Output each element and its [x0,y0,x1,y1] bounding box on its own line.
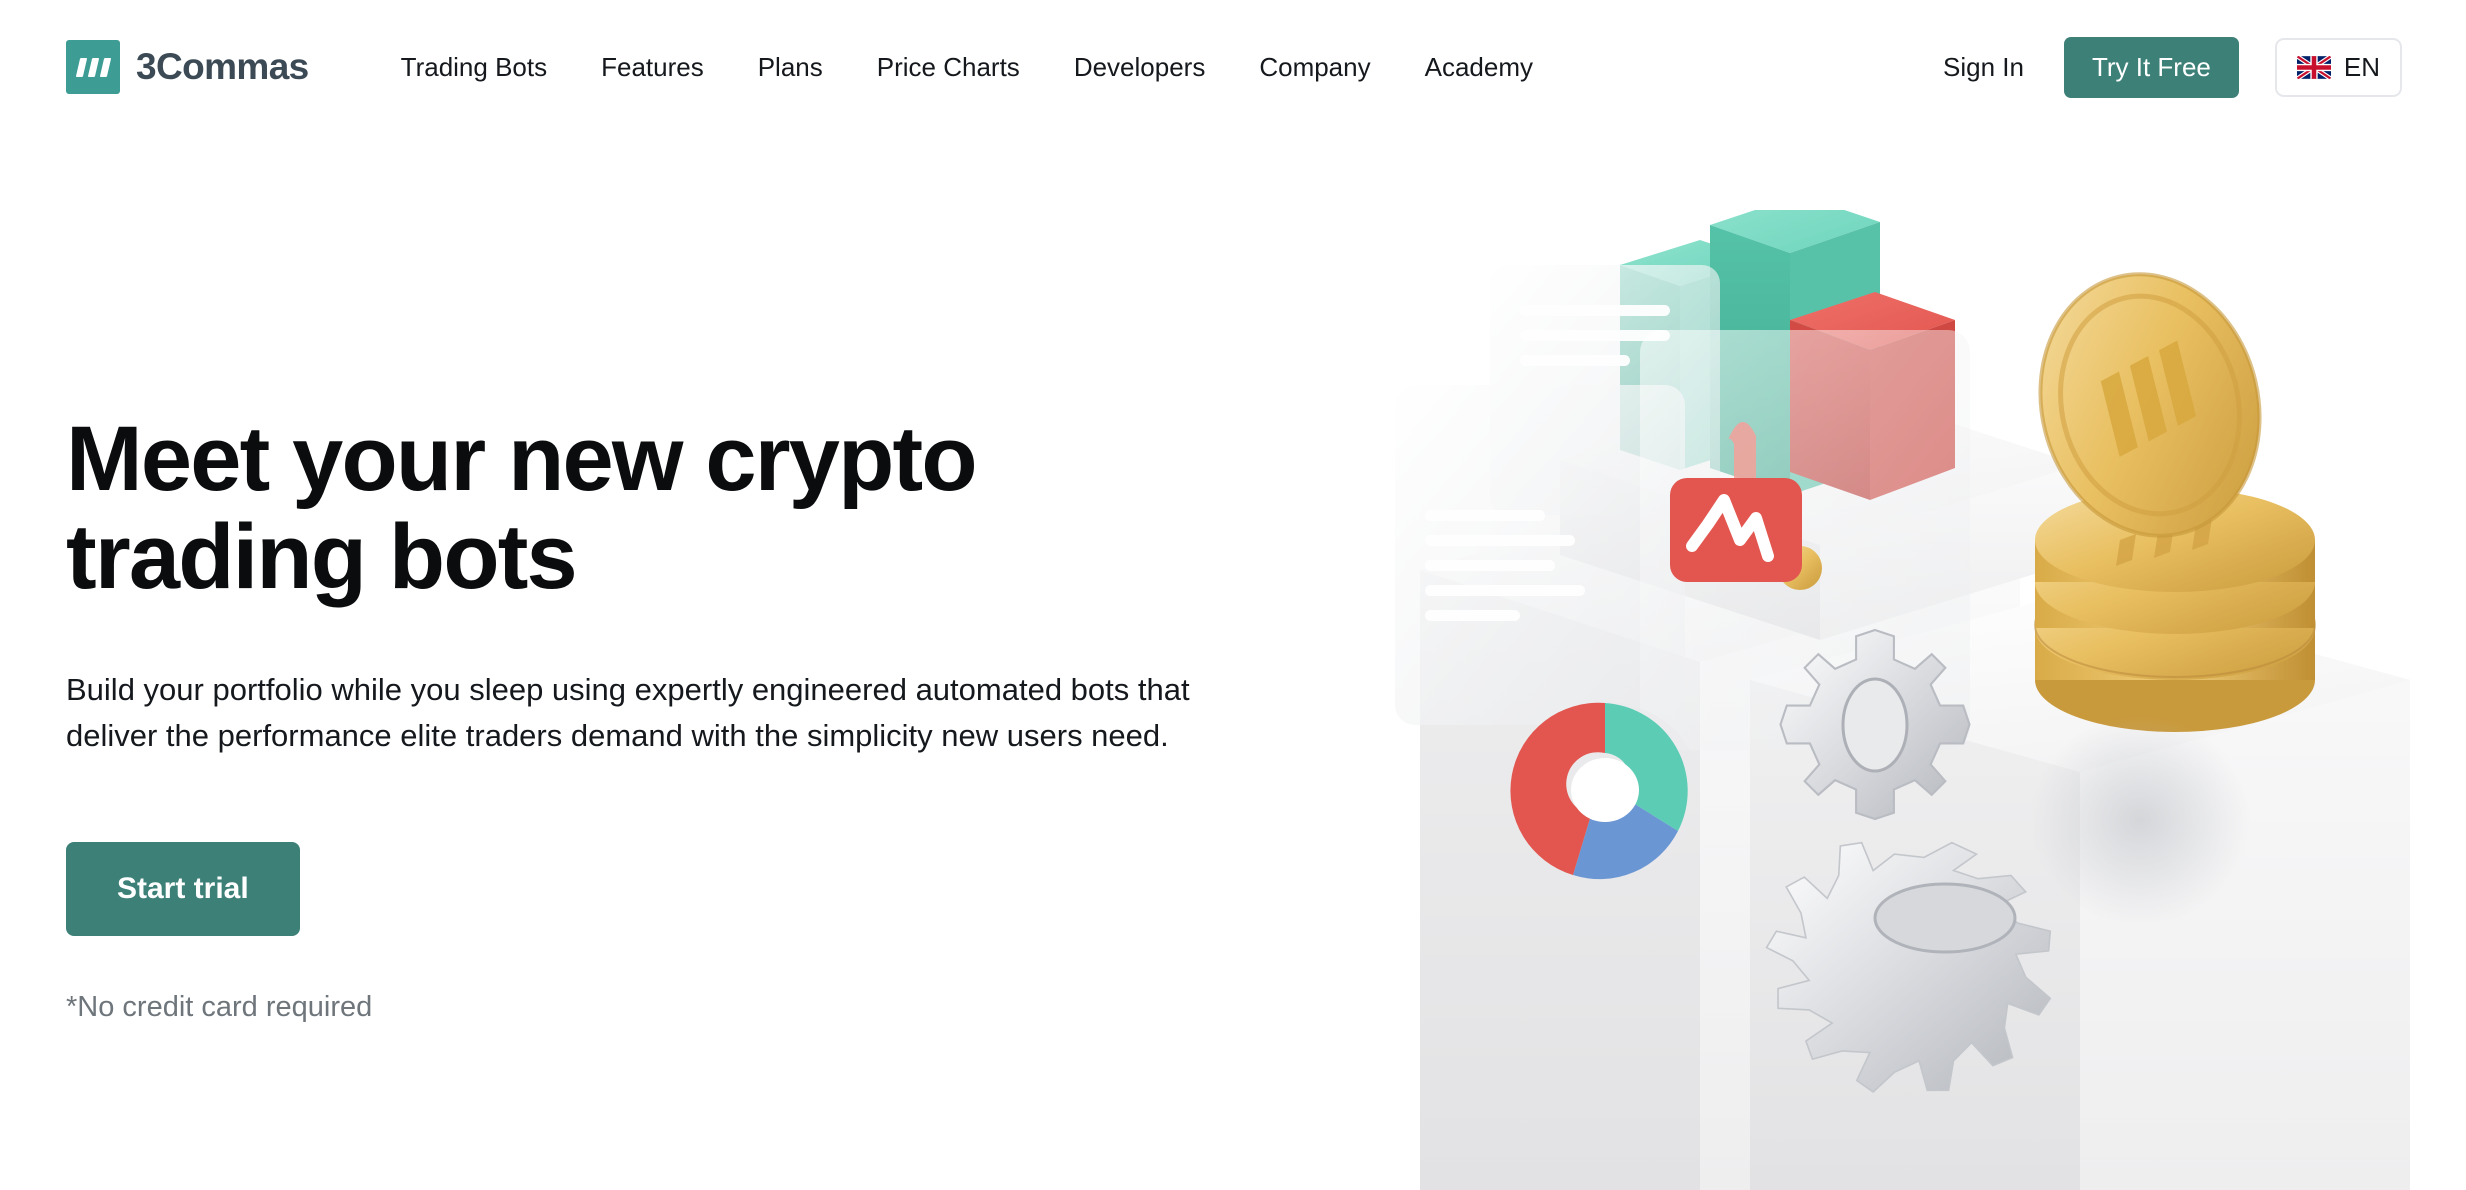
try-it-free-button[interactable]: Try It Free [2063,36,2239,98]
main-navigation: Trading Bots Features Plans Price Charts… [399,46,1535,89]
hero-subtitle: Build your portfolio while you sleep usi… [66,671,1190,753]
brand-logo[interactable]: 3Commas [66,40,309,94]
hero-illustration [1320,210,2450,1190]
site-header: 3Commas Trading Bots Features Plans Pric… [0,0,2466,134]
uk-flag-icon [2296,55,2331,79]
hero-headline: Meet your new crypto trading bots [66,408,978,609]
nav-item-academy[interactable]: Academy [1423,46,1535,89]
nav-item-price-charts[interactable]: Price Charts [875,46,1022,89]
header-actions: Sign In Try It Free EN [1943,36,2402,98]
sign-in-link[interactable]: Sign In [1943,52,2024,83]
nav-item-trading-bots[interactable]: Trading Bots [399,46,549,89]
language-selector[interactable]: EN [2274,37,2402,97]
gear-shadow [2030,715,2250,925]
nav-item-developers[interactable]: Developers [1072,46,1208,89]
start-trial-button[interactable]: Start trial [66,841,300,936]
nav-item-company[interactable]: Company [1257,46,1372,89]
no-credit-card-note: *No credit card required [66,990,373,1023]
brand-name: 3Commas [136,46,309,87]
nav-item-plans[interactable]: Plans [756,46,825,89]
three-commas-mark-icon [66,40,120,94]
crypto-3d-scene [1395,210,2410,1190]
nav-item-features[interactable]: Features [599,46,706,89]
donut-chart [1510,702,1700,880]
landing-page: 3Commas Trading Bots Features Plans Pric… [0,0,2466,1190]
hero-section: Meet your new crypto trading bots Build … [66,410,1246,1024]
language-code: EN [2343,51,2380,82]
